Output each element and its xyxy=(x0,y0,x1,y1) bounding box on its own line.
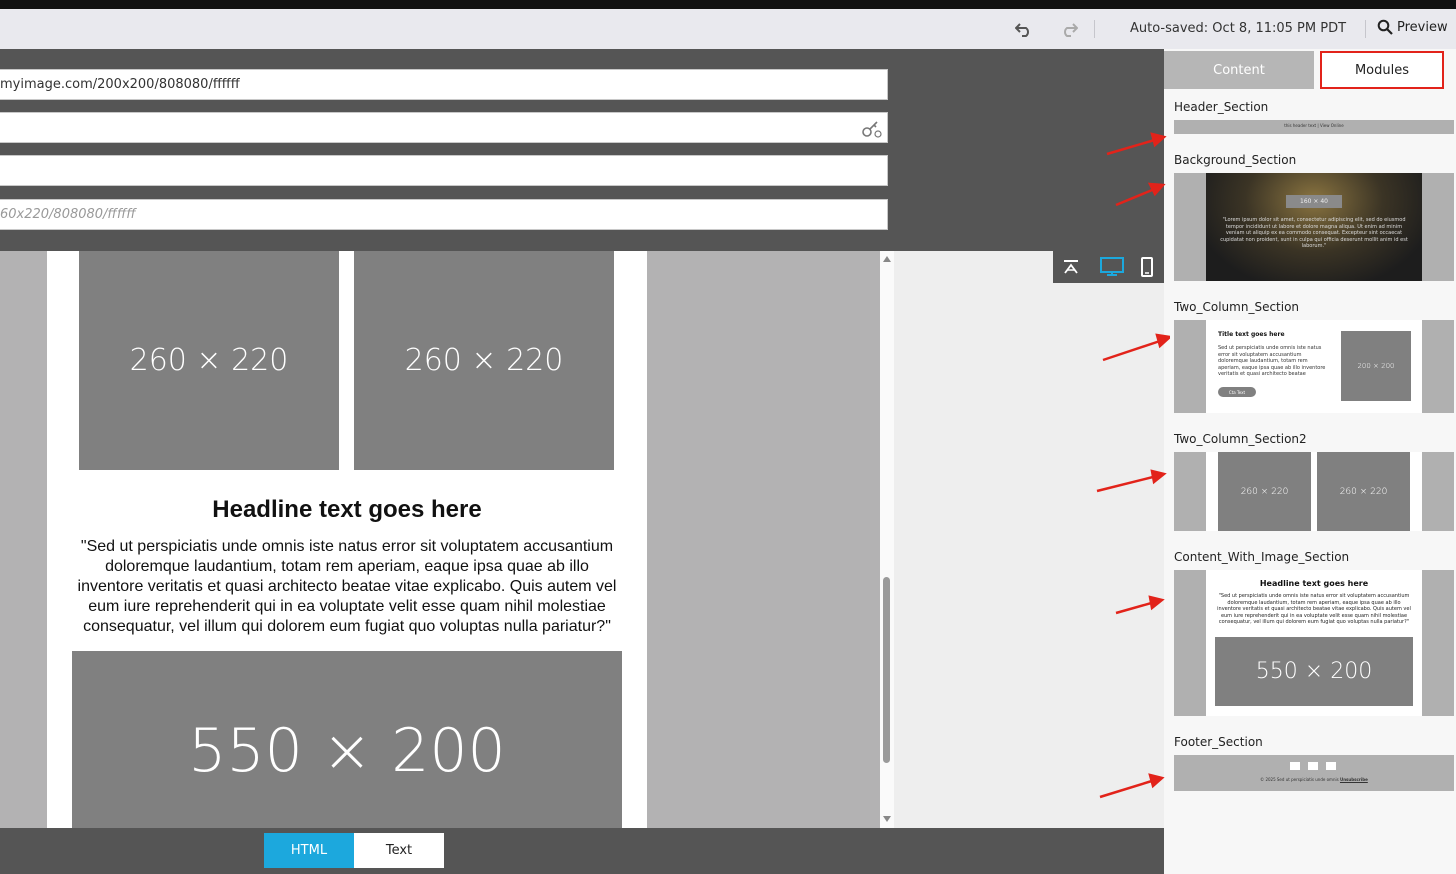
placeholder-image-left[interactable]: 260 × 220 xyxy=(79,251,339,470)
thumb-email: Title text goes here Sed ut perspiciatis… xyxy=(1206,320,1422,413)
module-label-content-with-image: Content_With_Image_Section xyxy=(1174,550,1350,564)
editor-bottom-bar: HTML Text xyxy=(0,828,1164,874)
thumb-image: 550 × 200 xyxy=(1215,637,1413,706)
link-field[interactable] xyxy=(0,112,888,143)
social-icon xyxy=(1290,762,1300,770)
undo-icon[interactable] xyxy=(1013,18,1035,40)
text-field[interactable] xyxy=(0,155,888,186)
placeholder-image-right[interactable]: 260 × 220 xyxy=(354,251,614,470)
thumb-image-right: 260 × 220 xyxy=(1317,452,1410,531)
module-fields-panel: myimage.com/200x200/808080/ffffff 60x220… xyxy=(0,49,1164,251)
thumb-text: this header text | View Online xyxy=(1284,123,1344,128)
tab-text[interactable]: Text xyxy=(354,833,444,868)
canvas-side-area xyxy=(894,251,1164,828)
thumb-title: Title text goes here xyxy=(1218,331,1285,338)
desktop-view-icon[interactable] xyxy=(1099,256,1125,278)
module-label-header: Header_Section xyxy=(1174,100,1269,114)
thumb-link: Unsubscribe xyxy=(1339,777,1368,782)
toolbar-divider xyxy=(1365,20,1366,38)
social-icon xyxy=(1326,762,1336,770)
top-toolbar: Auto-saved: Oct 8, 11:05 PM PDT Preview xyxy=(0,9,1456,49)
module-thumb-footer[interactable]: © 2025 Sed ut perspiciatis unde omnis Un… xyxy=(1174,755,1454,791)
module-thumb-two-column-2[interactable]: 260 × 220 260 × 220 xyxy=(1174,452,1454,531)
module-thumb-background[interactable]: 160 × 40 "Lorem ipsum dolor sit amet, co… xyxy=(1174,173,1454,281)
image-url-input[interactable]: 60x220/808080/ffffff xyxy=(0,199,888,230)
toolbar-divider xyxy=(1094,20,1095,38)
scroll-top-icon[interactable] xyxy=(1059,256,1083,278)
preview-button[interactable]: Preview xyxy=(1377,19,1448,35)
module-label-background: Background_Section xyxy=(1174,153,1297,167)
thumb-text: Sed ut perspiciatis unde omnis iste natu… xyxy=(1218,345,1326,377)
placeholder-image-bottom[interactable]: 550 × 200 xyxy=(72,651,622,828)
thumb-email: Headline text goes here "Sed ut perspici… xyxy=(1206,570,1422,716)
thumb-footer-text: © 2025 Sed ut perspiciatis unde omnis Un… xyxy=(1174,777,1454,782)
mobile-view-icon[interactable] xyxy=(1135,256,1159,278)
view-mode-toolbar xyxy=(1053,251,1164,283)
modules-panel: Content Modules Header_Section this head… xyxy=(1164,49,1456,874)
image-url-field[interactable]: myimage.com/200x200/808080/ffffff xyxy=(0,69,888,100)
email-headline[interactable]: Headline text goes here xyxy=(47,496,647,524)
background-image: 160 × 40 "Lorem ipsum dolor sit amet, co… xyxy=(1206,173,1422,281)
window-top-edge xyxy=(0,0,1456,9)
preview-label: Preview xyxy=(1397,19,1448,35)
thumb-badge: 160 × 40 xyxy=(1286,195,1342,208)
module-label-two-column: Two_Column_Section xyxy=(1174,300,1300,314)
scroll-down-icon[interactable] xyxy=(883,816,891,822)
tab-html[interactable]: HTML xyxy=(264,833,354,868)
autosave-status: Auto-saved: Oct 8, 11:05 PM PDT xyxy=(1130,21,1347,36)
email-paragraph[interactable]: "Sed ut perspiciatis unde omnis iste nat… xyxy=(74,537,620,637)
redo-icon[interactable] xyxy=(1058,18,1080,40)
tab-modules[interactable]: Modules xyxy=(1320,51,1444,89)
thumb-text: "Sed ut perspiciatis unde omnis iste nat… xyxy=(1217,593,1411,626)
module-thumb-content-with-image[interactable]: Headline text goes here "Sed ut perspici… xyxy=(1174,570,1454,716)
module-label-two-column-2: Two_Column_Section2 xyxy=(1174,432,1307,446)
thumb-image-left: 260 × 220 xyxy=(1218,452,1311,531)
module-label-footer: Footer_Section xyxy=(1174,735,1263,749)
search-icon xyxy=(1377,19,1393,35)
module-thumb-two-column[interactable]: Title text goes here Sed ut perspiciatis… xyxy=(1174,320,1454,413)
canvas-scrollbar[interactable] xyxy=(880,251,894,828)
scroll-up-icon[interactable] xyxy=(883,256,891,262)
email-body-preview: 260 × 220 260 × 220 Headline text goes h… xyxy=(47,251,647,828)
thumb-cta-button: Cta Text xyxy=(1218,387,1256,397)
scroll-thumb[interactable] xyxy=(883,577,890,763)
email-canvas[interactable]: 260 × 220 260 × 220 Headline text goes h… xyxy=(0,251,880,828)
thumb-text: "Lorem ipsum dolor sit amet, consectetur… xyxy=(1220,217,1408,249)
thumb-text: © 2025 Sed ut perspiciatis unde omnis xyxy=(1260,777,1339,782)
thumb-title: Headline text goes here xyxy=(1259,579,1369,588)
social-icon xyxy=(1308,762,1318,770)
thumb-email: 260 × 220 260 × 220 xyxy=(1206,452,1422,531)
tab-content[interactable]: Content xyxy=(1164,51,1314,89)
thumb-image: 200 × 200 xyxy=(1341,331,1411,401)
module-thumb-header[interactable]: this header text | View Online xyxy=(1174,120,1454,134)
key-icon[interactable] xyxy=(861,119,883,139)
